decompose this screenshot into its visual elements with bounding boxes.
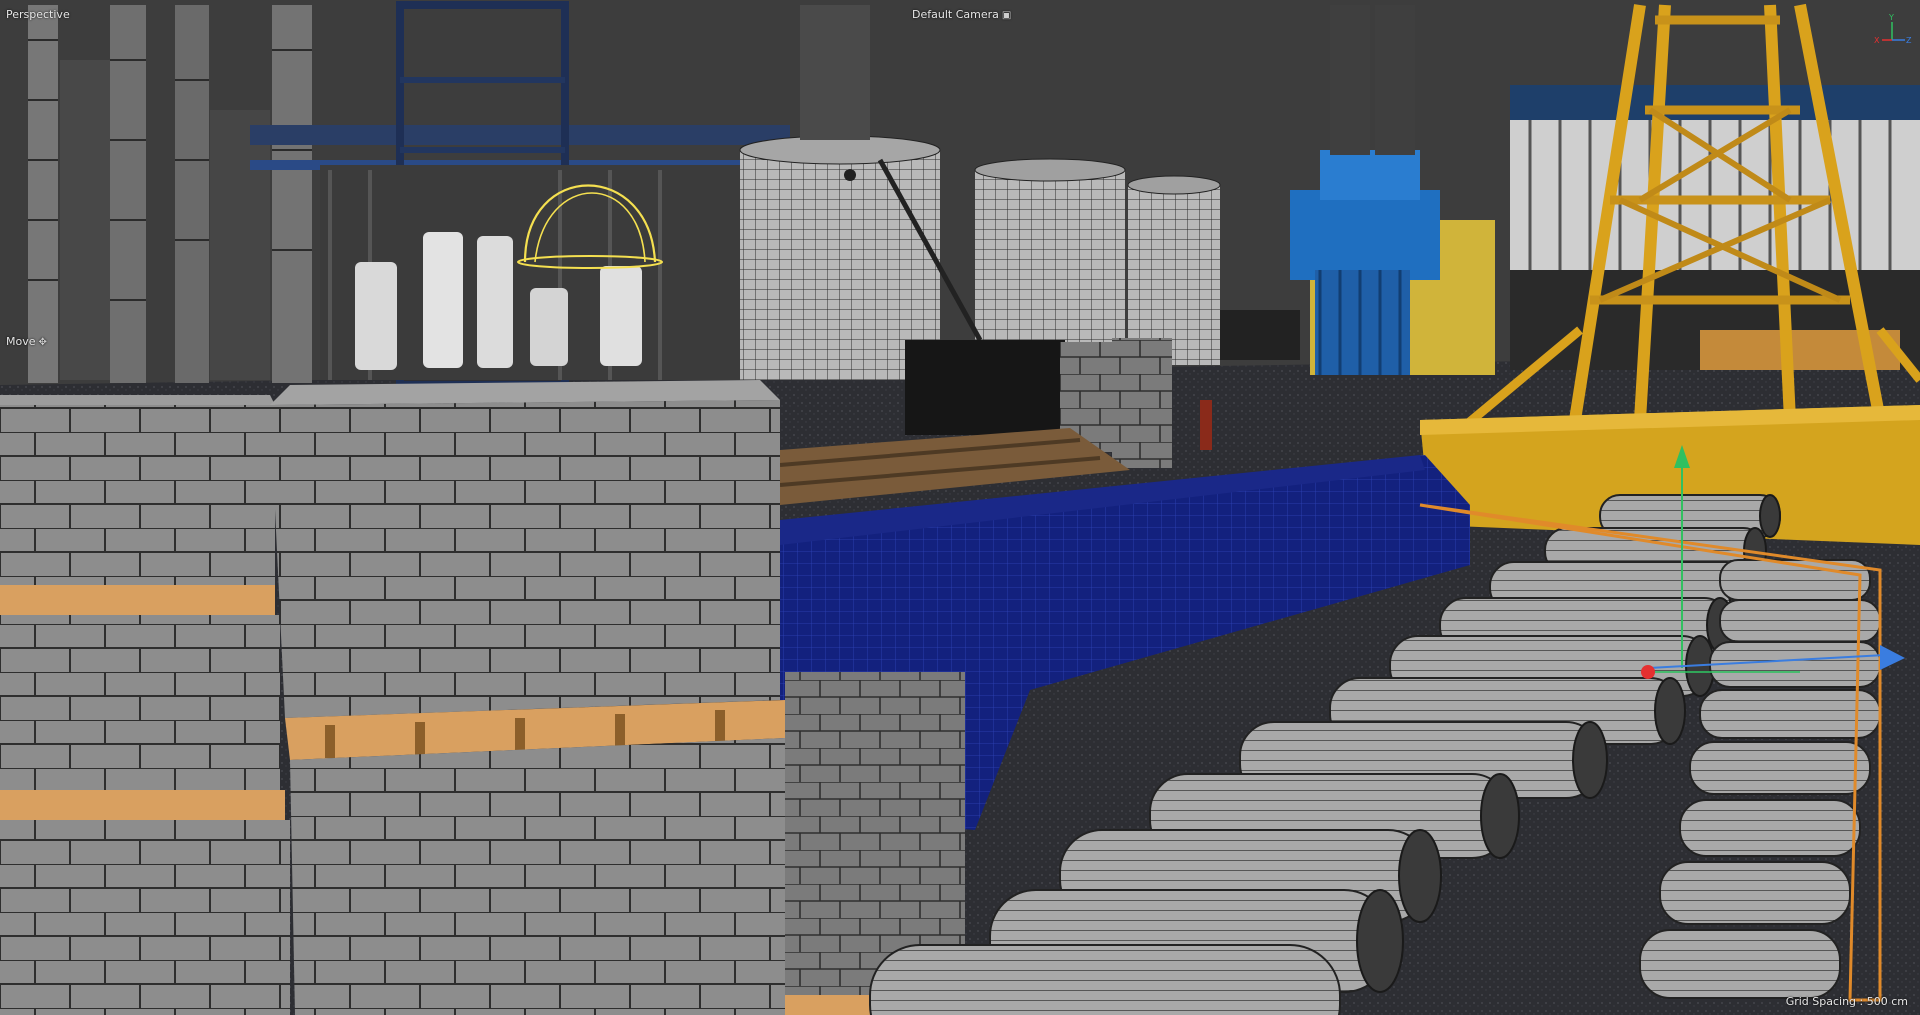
grid-spacing-readout: Grid Spacing : 500 cm — [1786, 995, 1908, 1009]
camera-name: Default Camera — [912, 8, 999, 21]
move-icon: ✥ — [38, 337, 47, 348]
viewport-view-label[interactable]: Perspective — [6, 8, 70, 22]
3d-viewport[interactable]: Perspective Default Camera ▣ Move ✥ Grid S… — [0, 0, 1920, 1015]
axis-y-label: Y — [1888, 13, 1894, 22]
axis-z-label: Z — [1906, 36, 1912, 45]
camera-label[interactable]: Default Camera ▣ — [912, 8, 1011, 23]
axis-orientation-gizmo: Y Z X — [1874, 13, 1912, 45]
viewport-scene[interactable] — [0, 0, 1920, 1015]
axis-x-label: X — [1874, 36, 1880, 45]
grid-spacing-text: Grid Spacing : 500 cm — [1785, 995, 1908, 1008]
camera-icon[interactable]: ▣ — [1002, 9, 1011, 23]
active-tool-label: Move ✥ — [6, 335, 47, 350]
tool-name: Move — [6, 335, 36, 348]
view-name: Perspective — [6, 8, 70, 21]
